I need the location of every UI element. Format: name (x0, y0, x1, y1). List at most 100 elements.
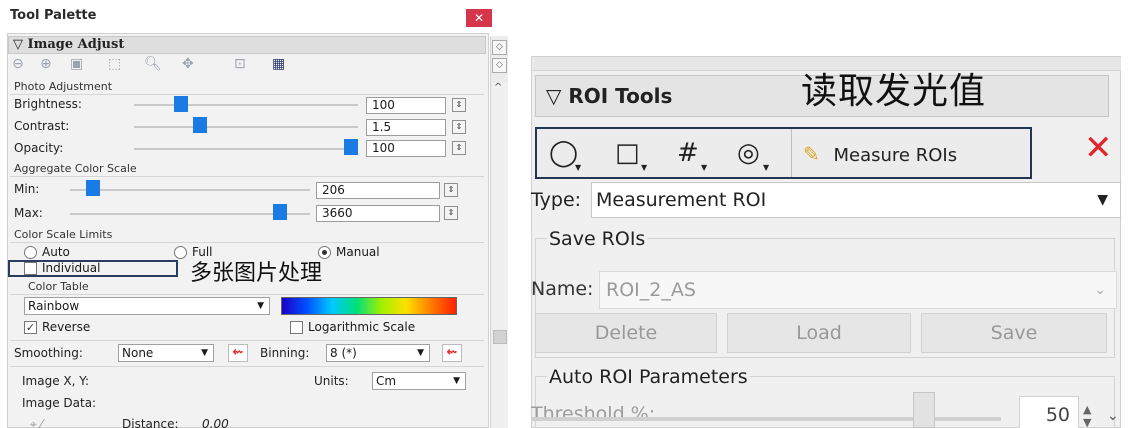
measure-rois-label: Measure ROIs (833, 145, 958, 166)
close-icon[interactable]: ✕ (466, 9, 492, 27)
roi-type-select[interactable]: Measurement ROI ▼ (591, 182, 1121, 218)
binning-value: 8 (*) (330, 346, 357, 360)
full-radio[interactable] (174, 246, 187, 259)
layout-icon[interactable]: ⊡ (234, 56, 246, 72)
units-select[interactable]: Cm ▼ (372, 372, 466, 390)
palette-scrollbar[interactable]: ^ (492, 82, 508, 428)
chevron-down-icon: ▼ (417, 348, 424, 358)
section-title: Image Adjust (27, 37, 125, 52)
contrast-spinner[interactable]: ⇕ (452, 120, 466, 134)
type-label: Type: (531, 189, 582, 211)
brightness-slider-track[interactable] (134, 104, 358, 106)
opacity-input[interactable]: 100 (366, 140, 446, 157)
roi-type-value: Measurement ROI (596, 189, 767, 211)
zoom-out-icon[interactable]: ⊖ (12, 56, 24, 72)
brightness-spinner[interactable]: ⇕ (452, 98, 466, 112)
divider (10, 366, 484, 367)
log-scale-checkbox[interactable] (290, 321, 303, 334)
brightness-slider-thumb[interactable] (173, 96, 188, 112)
collapse-triangle-icon: ▽ (546, 84, 562, 108)
contrast-slider-thumb[interactable] (192, 117, 207, 133)
delete-button[interactable]: Delete (535, 313, 717, 353)
log-scale-checkbox-label: Logarithmic Scale (308, 320, 416, 334)
pan-icon[interactable]: ✥ (182, 56, 194, 72)
freehand-roi-icon[interactable]: ◎ (737, 139, 760, 167)
contrast-label: Contrast: (14, 119, 70, 133)
brightness-input[interactable]: 100 (366, 97, 446, 114)
tool-palette-window: Tool Palette ✕ ◇ ◇ ^ ▽ Image Adjust ⊖ ⊕ … (0, 0, 518, 428)
threshold-label: Threshold %: (531, 403, 656, 425)
grid-layout-icon[interactable]: ▦ (272, 56, 285, 72)
opacity-slider-thumb[interactable] (344, 139, 358, 155)
title-bar: Tool Palette ✕ (0, 0, 518, 32)
smoothing-undo-icon[interactable]: ⇜ (228, 344, 248, 362)
smoothing-select[interactable]: None ▼ (118, 344, 214, 362)
min-slider-track[interactable] (70, 189, 310, 191)
opacity-slider-track[interactable] (134, 148, 358, 150)
max-label: Max: (14, 206, 43, 220)
max-slider-thumb[interactable] (273, 204, 288, 220)
collapse-triangle-icon: ▽ (13, 37, 23, 52)
scroll-up-icon[interactable]: ^ (494, 82, 502, 93)
binning-label: Binning: (260, 346, 310, 360)
image-data-label: Image Data: (22, 396, 97, 410)
color-table-preview (281, 297, 457, 315)
min-slider-thumb[interactable] (85, 180, 100, 196)
save-button[interactable]: Save (921, 313, 1107, 353)
roi-name-value: ROI_2_AS (606, 279, 696, 301)
roi-name-row: Name: ROI_2_AS ⌄ (531, 270, 1117, 312)
color-table-value: Rainbow (28, 299, 80, 313)
zoom-in-icon[interactable]: ⊕ (40, 56, 52, 72)
square-roi-icon[interactable]: □ (615, 139, 640, 167)
individual-checkbox[interactable] (24, 262, 37, 275)
threshold-row: Threshold %: 50 ▲ ▼ ⌄ (531, 388, 1119, 428)
max-input[interactable]: 3660 (316, 205, 440, 222)
binning-undo-icon[interactable]: ⇜ (442, 344, 462, 362)
smoothing-value: None (122, 346, 154, 360)
max-spinner[interactable]: ⇕ (444, 206, 458, 220)
circle-roi-icon[interactable]: ◯ (549, 139, 578, 167)
color-scale-limits-label: Color Scale Limits (14, 228, 113, 241)
read-luminescence-annotation: 读取发光值 (801, 71, 987, 112)
auto-radio-label: Auto (42, 245, 70, 259)
contrast-slider-track[interactable] (134, 126, 358, 128)
contrast-input[interactable]: 1.5 (366, 119, 446, 136)
chevron-down-icon: ▼ (641, 163, 648, 172)
magnifier-icon[interactable]: 🔍︎ (144, 56, 162, 72)
roi-name-input[interactable]: ROI_2_AS ⌄ (599, 271, 1117, 309)
chevron-down-icon[interactable]: ⌄ (1107, 408, 1119, 424)
chevron-down-icon: ▼ (257, 301, 264, 311)
divider (10, 176, 484, 177)
opacity-spinner[interactable]: ⇕ (452, 141, 466, 155)
threshold-input[interactable]: 50 (1019, 396, 1079, 428)
divider (10, 294, 484, 295)
units-label: Units: (314, 374, 349, 388)
measure-wand-icon: ✎ (803, 142, 820, 166)
distance-value: 0.00 (202, 417, 229, 428)
threshold-slider-thumb[interactable] (913, 392, 935, 428)
auto-radio[interactable] (24, 246, 37, 259)
roi-tools-window: ▽ ROI Tools 读取发光值 ◯ ▼ □ ▼ # ▼ ◎ ▼ ✎ Meas… (521, 0, 1139, 428)
divider (10, 340, 484, 341)
section-title: ROI Tools (568, 84, 673, 108)
min-spinner[interactable]: ⇕ (444, 183, 458, 197)
reverse-checkbox[interactable]: ✓ (24, 321, 37, 334)
min-input[interactable]: 206 (316, 182, 440, 199)
image-xy-label: Image X, Y: (22, 374, 90, 388)
measure-rois-button[interactable]: ✎ Measure ROIs (803, 139, 1027, 169)
fit-image-icon[interactable]: ▣ (70, 56, 83, 72)
threshold-spinner[interactable]: ▲ ▼ (1083, 403, 1091, 428)
crop-icon[interactable]: ⬚ (108, 56, 121, 72)
scroll-thumb[interactable] (493, 330, 507, 344)
load-button[interactable]: Load (727, 313, 911, 353)
section-header-image-adjust[interactable]: ▽ Image Adjust (8, 36, 486, 54)
measure-tool-icon[interactable]: ⌖ ⁄ (30, 417, 43, 428)
expand-arrow-icon[interactable]: ◇ (492, 58, 507, 73)
delete-roi-icon[interactable]: ✕ (1084, 128, 1113, 168)
units-value: Cm (376, 374, 397, 388)
color-table-select[interactable]: Rainbow ▼ (24, 297, 270, 315)
binning-select[interactable]: 8 (*) ▼ (326, 344, 430, 362)
collapse-arrow-icon[interactable]: ◇ (492, 40, 507, 55)
chevron-down-icon: ▼ (701, 163, 708, 172)
grid-roi-icon[interactable]: # (677, 139, 699, 167)
